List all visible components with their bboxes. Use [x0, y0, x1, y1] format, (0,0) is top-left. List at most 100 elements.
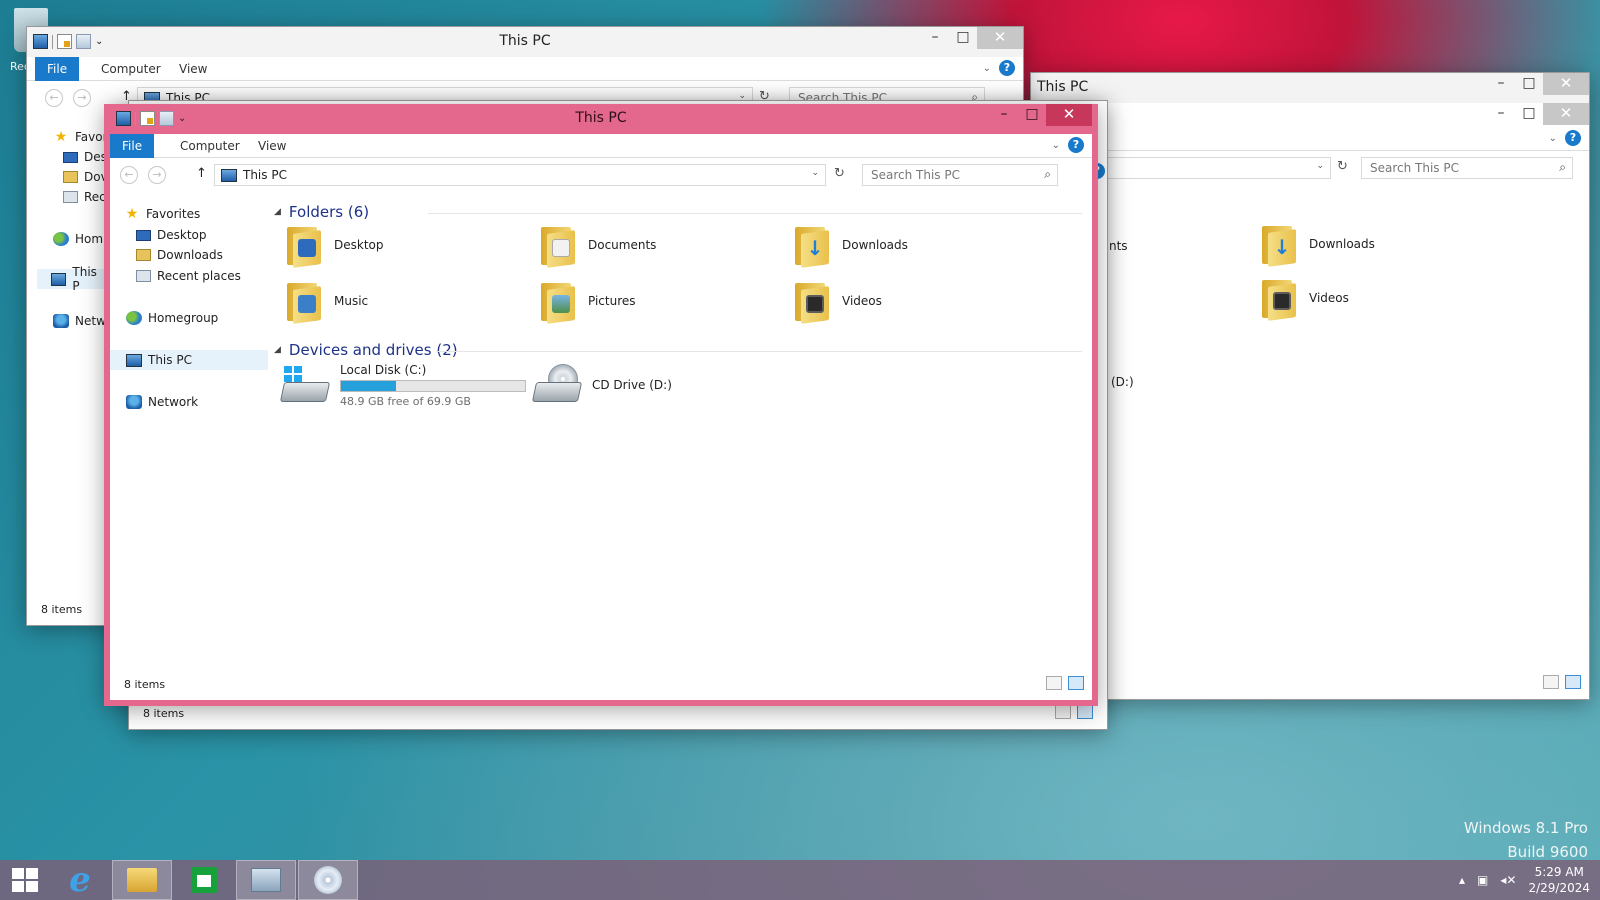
chevron-down-icon[interactable]: ⌄ [1316, 161, 1324, 171]
taskbar-file-explorer[interactable] [112, 860, 172, 900]
collapse-triangle-icon[interactable]: ◢ [274, 207, 281, 217]
tab-file[interactable]: File [110, 134, 155, 158]
details-view-icon[interactable] [1055, 705, 1071, 719]
nav-label: Hom [75, 232, 104, 246]
title-bar[interactable]: This PC – □ ✕ [1031, 73, 1589, 103]
minimize-button[interactable]: – [1487, 103, 1515, 125]
folder-tile-downloads[interactable]: ↓ Downloads [792, 222, 908, 268]
maximize-button[interactable]: □ [1515, 103, 1543, 125]
nav-this-pc[interactable]: This PC [110, 350, 268, 370]
clock[interactable]: 5:29 AM 2/29/2024 [1528, 864, 1590, 896]
folder-tile-downloads[interactable]: ↓ Downloads [1259, 221, 1375, 267]
nav-homegroup[interactable]: Homegroup [110, 308, 268, 328]
tray-expand-icon[interactable]: ▴ [1459, 873, 1465, 887]
details-view-icon[interactable] [1543, 675, 1559, 689]
os-watermark: Windows 8.1 Pro Build 9600 [1464, 816, 1588, 864]
folder-tile-videos[interactable]: Videos [1259, 275, 1349, 321]
drive-tile-local-disk-c[interactable]: Local Disk (C:) 48.9 GB free of 69.9 GB [279, 362, 526, 408]
forward-button[interactable]: → [73, 89, 91, 107]
drive-tile-cd-d[interactable]: CD Drive (D:) [531, 362, 672, 408]
partial-tile-label: nts [1109, 239, 1128, 253]
windows-logo-icon [12, 868, 38, 892]
tab-computer[interactable]: Computer [168, 134, 252, 158]
folder-tile-music[interactable]: Music [284, 278, 368, 324]
address-bar[interactable]: This PC ⌄ [214, 164, 826, 186]
maximize-button[interactable]: □ [1018, 104, 1046, 126]
network-tray-icon[interactable]: ▣ [1477, 873, 1488, 887]
group-header-folders[interactable]: ◢ Folders (6) [274, 202, 369, 222]
folder-tile-desktop[interactable]: Desktop [284, 222, 384, 268]
title-bar[interactable]: ⌄ This PC – □ ✕ [27, 27, 1023, 57]
group-header-devices[interactable]: ◢ Devices and drives (2) [274, 340, 458, 360]
minimize-button[interactable]: – [1487, 73, 1515, 95]
explorer-window-back-right[interactable]: This PC – □ ✕ – □ ✕ ⌄ ? ⌄ ↻ Search This … [1030, 72, 1590, 700]
taskbar-internet-explorer[interactable]: e [50, 860, 110, 900]
nav-label: Recent places [157, 269, 241, 283]
taskbar-store[interactable] [174, 860, 234, 900]
folder-tile-pictures[interactable]: Pictures [538, 278, 636, 324]
tiles-view-icon[interactable] [1068, 676, 1084, 690]
drive-usage-fill [341, 380, 397, 391]
address-text: This PC [243, 168, 287, 182]
back-button[interactable]: ← [45, 89, 63, 107]
ribbon-expand-icon[interactable]: ⌄ [1052, 140, 1060, 151]
search-placeholder: Search This PC [1370, 161, 1459, 175]
nav-network[interactable]: Network [110, 392, 268, 412]
close-button[interactable]: ✕ [1543, 103, 1589, 125]
search-icon[interactable]: ⌕ [1044, 167, 1051, 182]
clock-time: 5:29 AM [1534, 865, 1584, 879]
help-icon[interactable]: ? [999, 60, 1015, 76]
tab-computer[interactable]: Computer [89, 57, 173, 81]
nav-recent-places[interactable]: Recent places [110, 266, 268, 286]
help-icon[interactable]: ? [1565, 130, 1581, 146]
search-input[interactable]: Search This PC ⌕ [862, 164, 1058, 186]
tab-view[interactable]: View [167, 57, 219, 81]
videos-folder-icon [1259, 276, 1299, 321]
refresh-icon[interactable]: ↻ [834, 166, 845, 181]
nav-this-pc[interactable]: This P [37, 265, 107, 293]
ribbon-expand-icon[interactable]: ⌄ [1549, 133, 1557, 144]
status-bar: 8 items [110, 670, 1092, 700]
tiles-view-icon[interactable] [1077, 705, 1093, 719]
window-title: This PC [575, 110, 627, 126]
maximize-button[interactable]: □ [1515, 73, 1543, 95]
nav-downloads[interactable]: Downloads [110, 245, 268, 265]
group-header-label: Devices and drives (2) [288, 341, 458, 359]
title-bar[interactable]: ⌄ This PC – □ ✕ [110, 104, 1092, 134]
refresh-icon[interactable]: ↻ [1337, 159, 1348, 174]
back-button[interactable]: ← [120, 166, 138, 184]
folder-tile-videos[interactable]: Videos [792, 278, 882, 324]
help-icon[interactable]: ? [1068, 137, 1084, 153]
nav-favorites[interactable]: ★ Favorites [110, 204, 268, 224]
volume-muted-icon[interactable]: ◂✕ [1500, 873, 1516, 887]
desktop-folder-icon [284, 223, 324, 268]
collapse-triangle-icon[interactable]: ◢ [274, 345, 281, 355]
tab-file[interactable]: File [35, 57, 80, 81]
tiles-view-icon[interactable] [1565, 675, 1581, 689]
tab-view[interactable]: View [246, 134, 298, 158]
minimize-button[interactable]: – [921, 27, 949, 49]
ribbon-expand-icon[interactable]: ⌄ [983, 63, 991, 74]
address-bar[interactable]: ⌄ [1091, 157, 1331, 179]
up-button[interactable]: ↑ [196, 166, 207, 181]
close-button[interactable]: ✕ [977, 27, 1023, 49]
close-button[interactable]: ✕ [1046, 104, 1092, 126]
nav-desktop[interactable]: Desktop [110, 225, 268, 245]
homegroup-icon [53, 232, 69, 246]
downloads-icon [63, 171, 78, 183]
taskbar-disc-app[interactable] [298, 860, 358, 900]
search-icon[interactable]: ⌕ [1559, 160, 1566, 175]
explorer-window-active[interactable]: ⌄ This PC – □ ✕ File Computer View ⌄ ? ←… [104, 104, 1098, 706]
minimize-button[interactable]: – [990, 104, 1018, 126]
folder-tile-documents[interactable]: Documents [538, 222, 656, 268]
file-explorer-icon [127, 868, 157, 892]
forward-button[interactable]: → [148, 166, 166, 184]
taskbar-app-manager[interactable] [236, 860, 296, 900]
search-input[interactable]: Search This PC ⌕ [1361, 157, 1573, 179]
maximize-button[interactable]: □ [949, 27, 977, 49]
close-button[interactable]: ✕ [1543, 73, 1589, 95]
search-placeholder: Search This PC [871, 168, 960, 182]
details-view-icon[interactable] [1046, 676, 1062, 690]
start-button[interactable] [0, 860, 50, 900]
chevron-down-icon[interactable]: ⌄ [811, 168, 819, 178]
